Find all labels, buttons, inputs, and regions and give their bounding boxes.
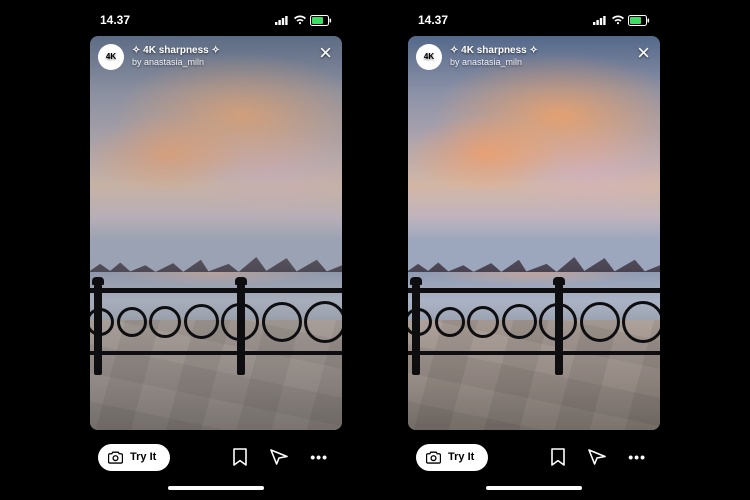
try-it-button[interactable]: Try It xyxy=(416,444,488,471)
phone-screen-left: 14.37 xyxy=(86,6,346,496)
photo-pavement xyxy=(90,320,342,430)
status-time: 14.37 xyxy=(418,13,448,27)
share-button[interactable] xyxy=(582,443,612,471)
more-icon: ••• xyxy=(628,449,646,465)
status-indicators xyxy=(275,15,332,26)
filter-author: by anastasia_miln xyxy=(450,57,627,69)
try-it-button[interactable]: Try It xyxy=(98,444,170,471)
send-icon xyxy=(588,449,606,465)
close-icon[interactable]: × xyxy=(635,44,652,62)
save-button[interactable] xyxy=(544,442,572,472)
camera-icon xyxy=(426,451,441,464)
filter-author: by anastasia_miln xyxy=(132,57,309,69)
avatar-label: 4K xyxy=(106,53,116,61)
status-bar: 14.37 xyxy=(86,6,346,34)
battery-icon xyxy=(628,15,650,26)
bookmark-icon xyxy=(550,448,566,466)
save-button[interactable] xyxy=(226,442,254,472)
close-icon[interactable]: × xyxy=(317,44,334,62)
bottom-action-bar: Try It ••• xyxy=(404,430,664,484)
photo-pavement xyxy=(408,320,660,430)
filter-avatar[interactable]: 4K xyxy=(98,44,124,70)
filter-title-block[interactable]: ✧ 4K sharpness ✧ by anastasia_miln xyxy=(132,44,309,69)
bottom-action-bar: Try It ••• xyxy=(86,430,346,484)
battery-icon xyxy=(310,15,332,26)
more-button[interactable]: ••• xyxy=(304,445,334,469)
home-indicator[interactable] xyxy=(486,486,582,490)
more-button[interactable]: ••• xyxy=(622,445,652,469)
status-indicators xyxy=(593,15,650,26)
signal-icon xyxy=(275,15,290,25)
photo-water xyxy=(90,272,342,319)
bookmark-icon xyxy=(232,448,248,466)
story-header: 4K ✧ 4K sharpness ✧ by anastasia_miln × xyxy=(416,44,652,70)
phone-screen-right: 14.37 xyxy=(404,6,664,496)
photo-water xyxy=(408,272,660,319)
share-button[interactable] xyxy=(264,443,294,471)
story-viewport[interactable]: 4K ✧ 4K sharpness ✧ by anastasia_miln × xyxy=(408,36,660,430)
camera-icon xyxy=(108,451,123,464)
avatar-label: 4K xyxy=(424,53,434,61)
status-time: 14.37 xyxy=(100,13,130,27)
story-viewport[interactable]: 4K ✧ 4K sharpness ✧ by anastasia_miln × xyxy=(90,36,342,430)
filter-avatar[interactable]: 4K xyxy=(416,44,442,70)
home-indicator[interactable] xyxy=(168,486,264,490)
try-it-label: Try It xyxy=(130,451,156,463)
status-bar: 14.37 xyxy=(404,6,664,34)
story-header: 4K ✧ 4K sharpness ✧ by anastasia_miln × xyxy=(98,44,334,70)
more-icon: ••• xyxy=(310,449,328,465)
wifi-icon xyxy=(611,15,625,25)
filter-title: ✧ 4K sharpness ✧ xyxy=(450,44,627,57)
wifi-icon xyxy=(293,15,307,25)
try-it-label: Try It xyxy=(448,451,474,463)
send-icon xyxy=(270,449,288,465)
filter-title: ✧ 4K sharpness ✧ xyxy=(132,44,309,57)
filter-title-block[interactable]: ✧ 4K sharpness ✧ by anastasia_miln xyxy=(450,44,627,69)
signal-icon xyxy=(593,15,608,25)
